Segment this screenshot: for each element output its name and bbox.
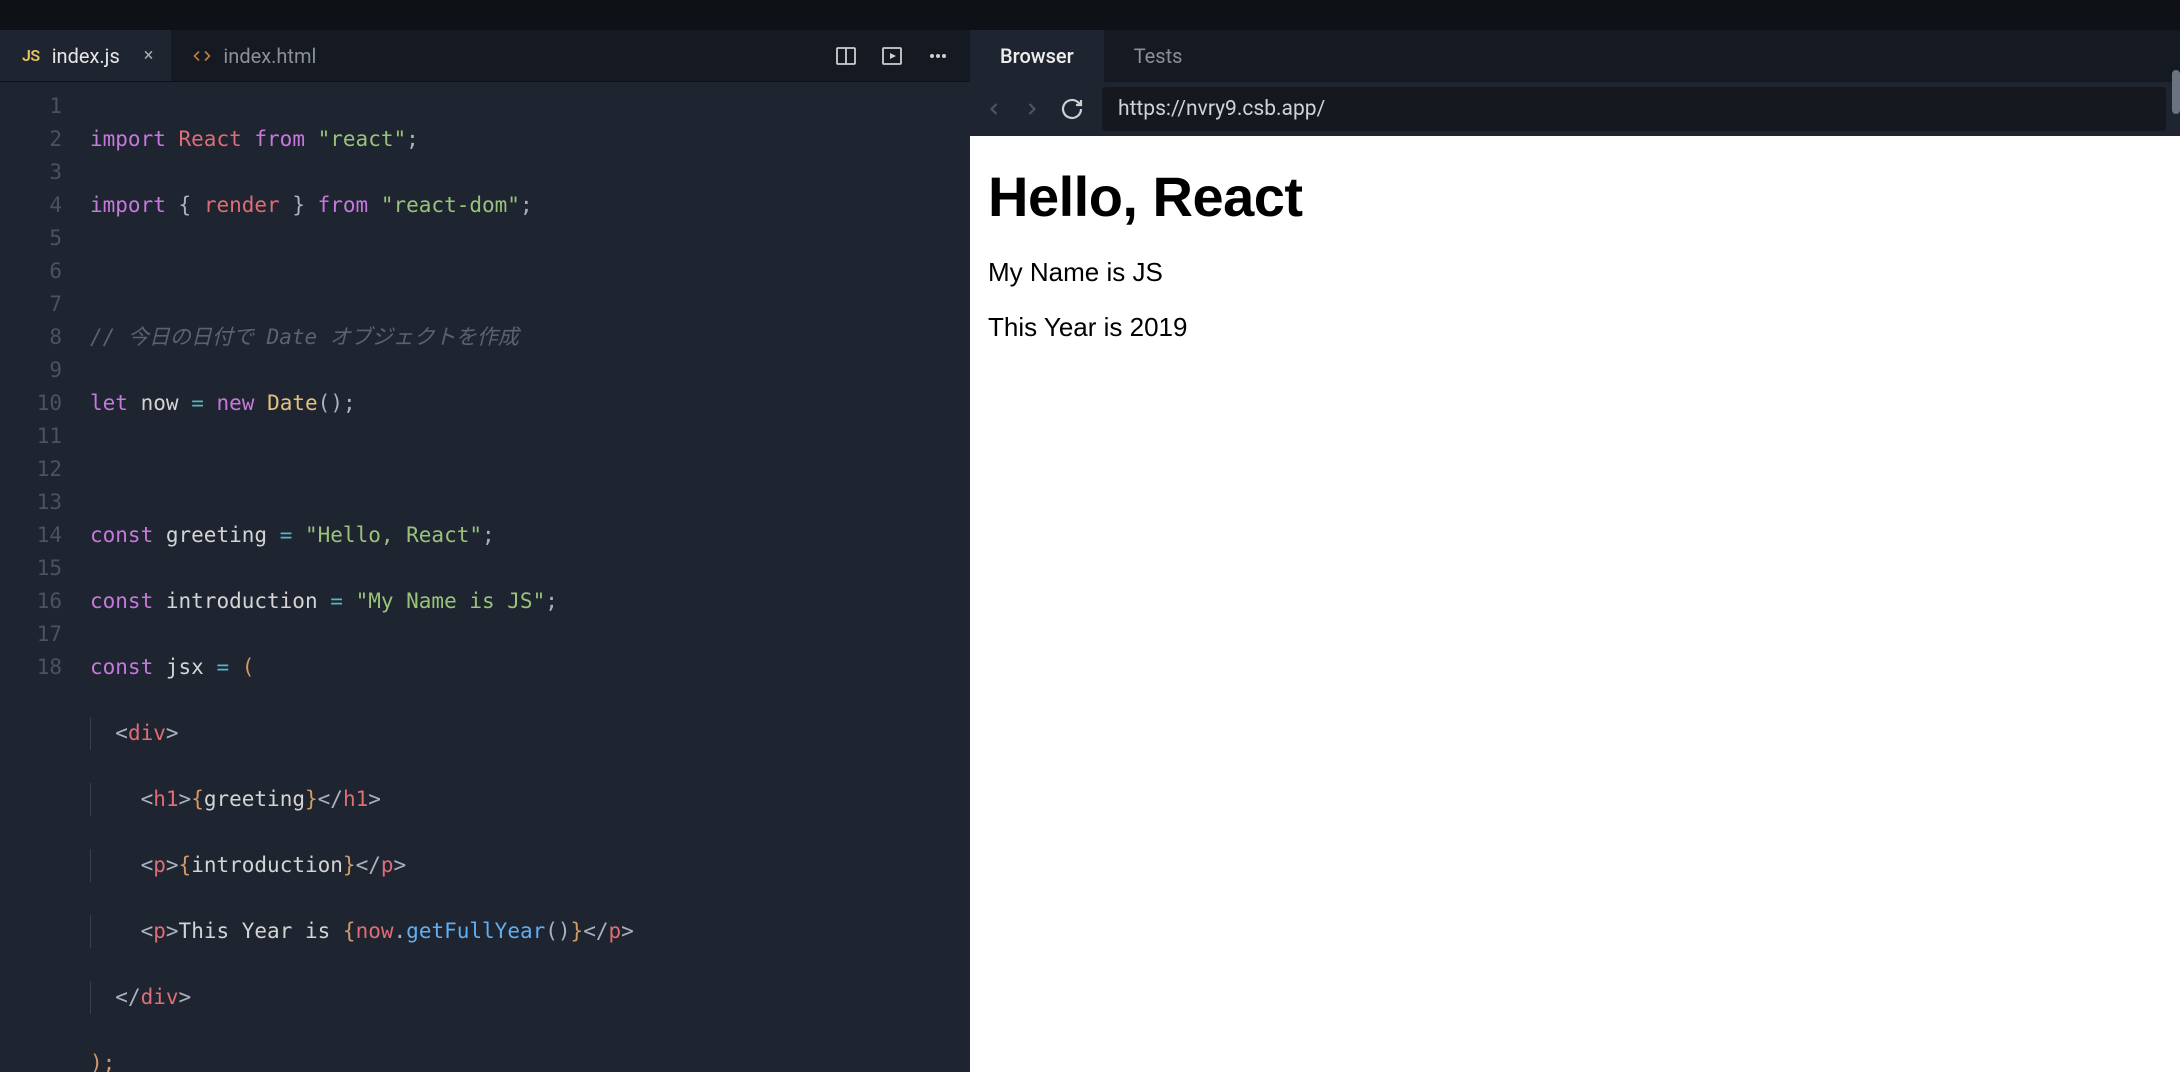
window-top-bar xyxy=(0,0,2180,30)
tab-browser[interactable]: Browser xyxy=(970,30,1104,82)
preview-window-icon[interactable] xyxy=(880,44,904,68)
scrollbar-thumb[interactable] xyxy=(2172,70,2180,114)
editor-pane: JS index.js × index.html xyxy=(0,30,970,1072)
code-content[interactable]: import React from "react"; import { rend… xyxy=(90,82,970,1072)
editor-actions xyxy=(834,44,970,68)
html-file-icon xyxy=(193,47,211,65)
preview-pane: Browser Tests Hello, React My Name is JS… xyxy=(970,30,2180,1072)
output-heading: Hello, React xyxy=(988,164,2162,229)
tab-label: index.html xyxy=(223,44,316,68)
main-layout: JS index.js × index.html xyxy=(0,30,2180,1072)
browser-nav-bar xyxy=(970,82,2180,136)
tab-tests[interactable]: Tests xyxy=(1104,30,1213,82)
js-file-icon: JS xyxy=(22,46,40,65)
output-paragraph: My Name is JS xyxy=(988,257,2162,288)
back-icon[interactable] xyxy=(984,99,1004,119)
reload-icon[interactable] xyxy=(1060,97,1084,121)
tab-index-html[interactable]: index.html xyxy=(171,30,334,81)
browser-viewport: Hello, React My Name is JS This Year is … xyxy=(970,136,2180,1072)
tab-label: index.js xyxy=(52,44,120,68)
more-icon[interactable] xyxy=(926,44,950,68)
preview-tab-bar: Browser Tests xyxy=(970,30,2180,82)
line-number-gutter: 123 456 789 101112 131415 161718 xyxy=(0,82,90,1072)
tab-index-js[interactable]: JS index.js × xyxy=(0,30,171,81)
code-editor[interactable]: 123 456 789 101112 131415 161718 import … xyxy=(0,82,970,1072)
output-paragraph: This Year is 2019 xyxy=(988,312,2162,343)
split-layout-icon[interactable] xyxy=(834,44,858,68)
url-input[interactable] xyxy=(1102,87,2166,131)
editor-tab-bar: JS index.js × index.html xyxy=(0,30,970,82)
forward-icon[interactable] xyxy=(1022,99,1042,119)
close-icon[interactable]: × xyxy=(144,45,154,66)
